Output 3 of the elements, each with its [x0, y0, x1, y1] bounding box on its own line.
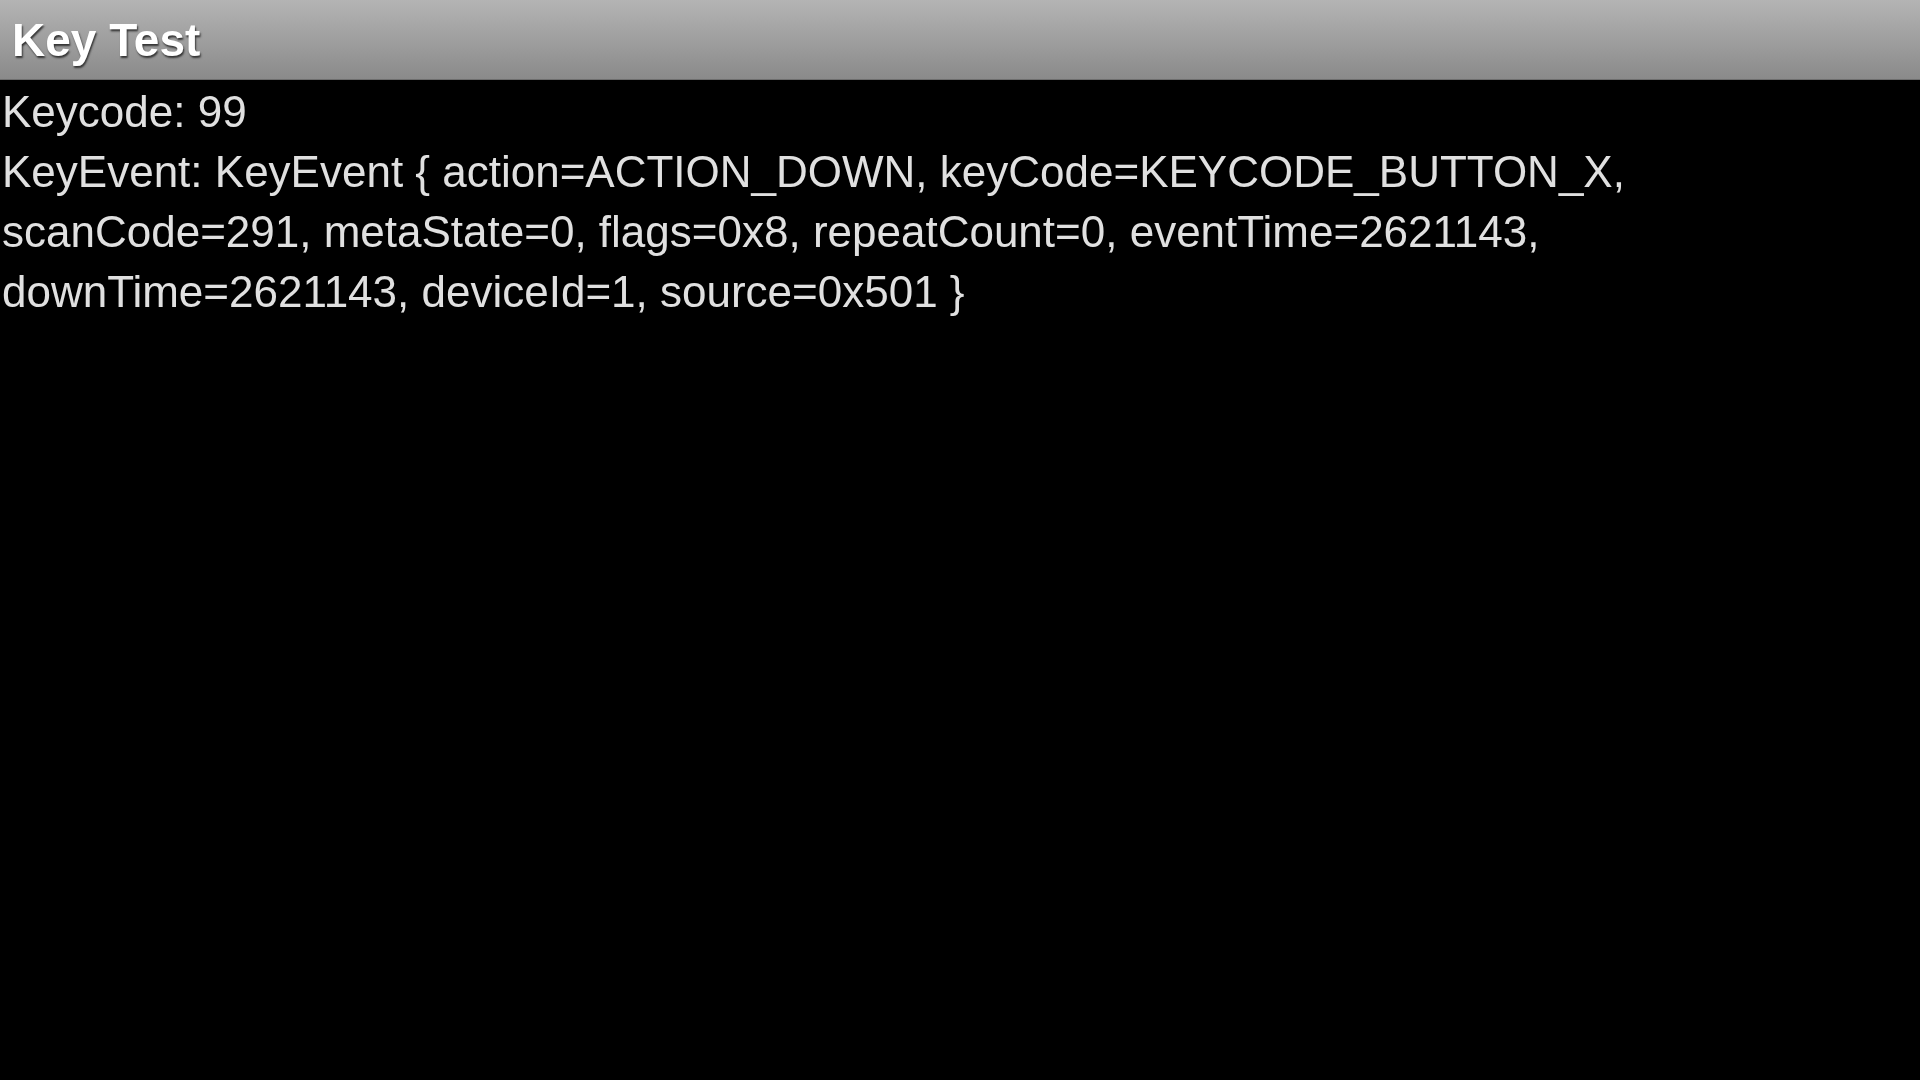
key-event-text: KeyEvent: KeyEvent { action=ACTION_DOWN, keyCode=KEYCODE_BUTTON_X, scanCode=291, metaState=0, flags=0x8, repeatCount=0, eventTime=2621143, downTime=2621143, deviceId=1, source=0x501 }: [2, 146, 1626, 318]
keycode-text: Keycode: 99: [2, 86, 248, 138]
window-title: Key Test: [12, 12, 201, 67]
